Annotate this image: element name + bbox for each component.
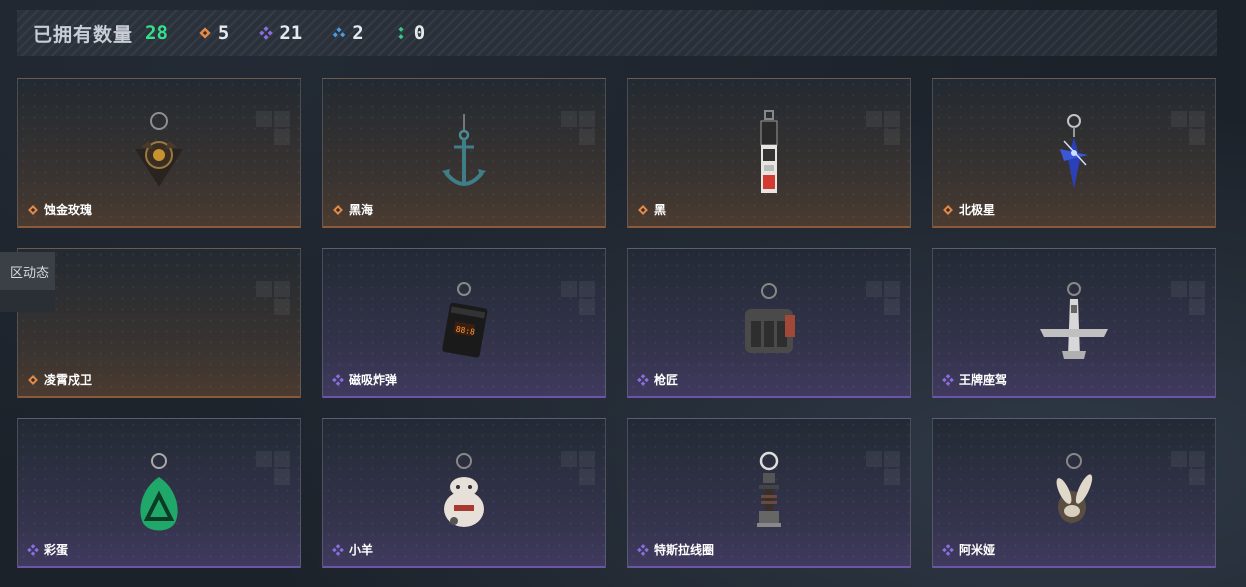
card-decoration [1171, 281, 1205, 315]
charm-card[interactable]: 黑 [627, 78, 911, 228]
tag-charm-icon [760, 110, 778, 193]
card-decoration [866, 281, 900, 315]
orange-diamond-icon [199, 27, 211, 39]
orange-count: 5 [198, 22, 229, 44]
charm-collection-page: 已拥有数量 28 5 21 2 0 蚀金玫瑰 黑海 黑 北极星 凌霄戍卫 88:… [0, 0, 1246, 587]
blue-diamond-icon [333, 27, 346, 38]
card-decoration [866, 451, 900, 485]
orange-rarity-icon [28, 374, 38, 385]
charm-label: 凌霄戍卫 [27, 371, 92, 388]
charm-name: 凌霄戍卫 [44, 373, 93, 387]
charm-name: 特斯拉线圈 [654, 543, 715, 557]
charm-label: 磁吸炸弹 [332, 371, 397, 388]
purple-rarity-icon [942, 543, 954, 556]
card-decoration [256, 451, 290, 485]
orange-count-value: 5 [217, 22, 230, 44]
purple-rarity-icon [332, 543, 344, 556]
owned-count-total: 28 [145, 22, 168, 44]
purple-rarity-icon [27, 543, 39, 556]
charm-name: 小羊 [349, 543, 374, 557]
charm-name: 北极星 [959, 203, 996, 217]
card-decoration [561, 111, 595, 145]
charm-name: 蚀金玫瑰 [44, 203, 93, 217]
card-decoration [561, 451, 595, 485]
vest-charm-icon [745, 283, 795, 353]
charm-name: 磁吸炸弹 [349, 373, 398, 387]
charm-label: 北极星 [942, 201, 995, 218]
purple-count: 21 [259, 22, 302, 44]
card-decoration [256, 281, 290, 315]
charm-card[interactable]: 枪匠 [627, 248, 911, 398]
card-decoration [256, 111, 290, 145]
bunny-charm-icon [1056, 453, 1093, 523]
charm-label: 特斯拉线圈 [637, 541, 714, 558]
charm-label: 小羊 [332, 541, 373, 558]
blue-count: 2 [332, 22, 364, 44]
charm-card[interactable]: 王牌座驾 [932, 248, 1216, 398]
community-news-tab[interactable]: 区动态 [0, 252, 55, 290]
purple-rarity-icon [332, 373, 344, 386]
bomb-charm-icon: 88:8 [442, 282, 488, 358]
rose-charm-icon [135, 112, 183, 187]
coil-charm-icon [757, 451, 781, 527]
green-count: 0 [394, 22, 425, 44]
charm-card[interactable]: 特斯拉线圈 [627, 418, 911, 568]
charm-card[interactable]: 蚀金玫瑰 [17, 78, 301, 228]
charm-label: 黑海 [332, 201, 373, 218]
charm-card[interactable]: 北极星 [932, 78, 1216, 228]
purple-diamond-icon [259, 26, 274, 40]
owned-count-title: 已拥有数量 [33, 24, 134, 46]
charm-label: 蚀金玫瑰 [27, 201, 92, 218]
blue-count-value: 2 [352, 22, 364, 44]
egg-charm-icon [140, 453, 178, 531]
charm-card[interactable]: 88:8 磁吸炸弹 [322, 248, 606, 398]
charm-card[interactable]: 黑海 [322, 78, 606, 228]
charm-name: 彩蛋 [44, 543, 69, 557]
charm-name: 阿米娅 [959, 543, 996, 557]
star-charm-icon [1060, 114, 1088, 189]
card-decoration [561, 281, 595, 315]
charm-label: 王牌座驾 [942, 371, 1007, 388]
card-decoration [1171, 111, 1205, 145]
orange-rarity-icon [333, 204, 343, 215]
charm-name: 黑 [654, 203, 667, 217]
card-decoration [866, 111, 900, 145]
jet-charm-icon [1040, 282, 1108, 359]
charm-name: 王牌座驾 [959, 373, 1008, 387]
charm-card[interactable]: 小羊 [322, 418, 606, 568]
collection-header: 已拥有数量 28 5 21 2 0 [17, 10, 1217, 56]
charm-card[interactable]: 阿米娅 [932, 418, 1216, 568]
charm-card[interactable]: 彩蛋 [17, 418, 301, 568]
charm-label: 枪匠 [637, 371, 678, 388]
purple-rarity-icon [637, 543, 649, 556]
charm-name: 枪匠 [654, 373, 679, 387]
purple-count-value: 21 [279, 22, 303, 44]
green-diamond-icon [398, 26, 404, 40]
charm-label: 彩蛋 [27, 541, 68, 558]
lamb-charm-icon [444, 453, 484, 527]
purple-rarity-icon [637, 373, 649, 386]
charm-label: 黑 [637, 201, 666, 218]
purple-rarity-icon [942, 373, 954, 386]
orange-rarity-icon [28, 204, 38, 215]
side-tab-strip [0, 290, 55, 312]
charm-label: 阿米娅 [942, 541, 995, 558]
green-count-value: 0 [413, 22, 426, 44]
charm-card[interactable]: 凌霄戍卫 [17, 248, 301, 398]
community-news-label: 区动态 [9, 264, 49, 280]
card-decoration [1171, 451, 1205, 485]
orange-rarity-icon [638, 204, 648, 215]
orange-rarity-icon [943, 204, 953, 215]
anchor-charm-icon [442, 114, 486, 186]
charm-name: 黑海 [349, 203, 374, 217]
